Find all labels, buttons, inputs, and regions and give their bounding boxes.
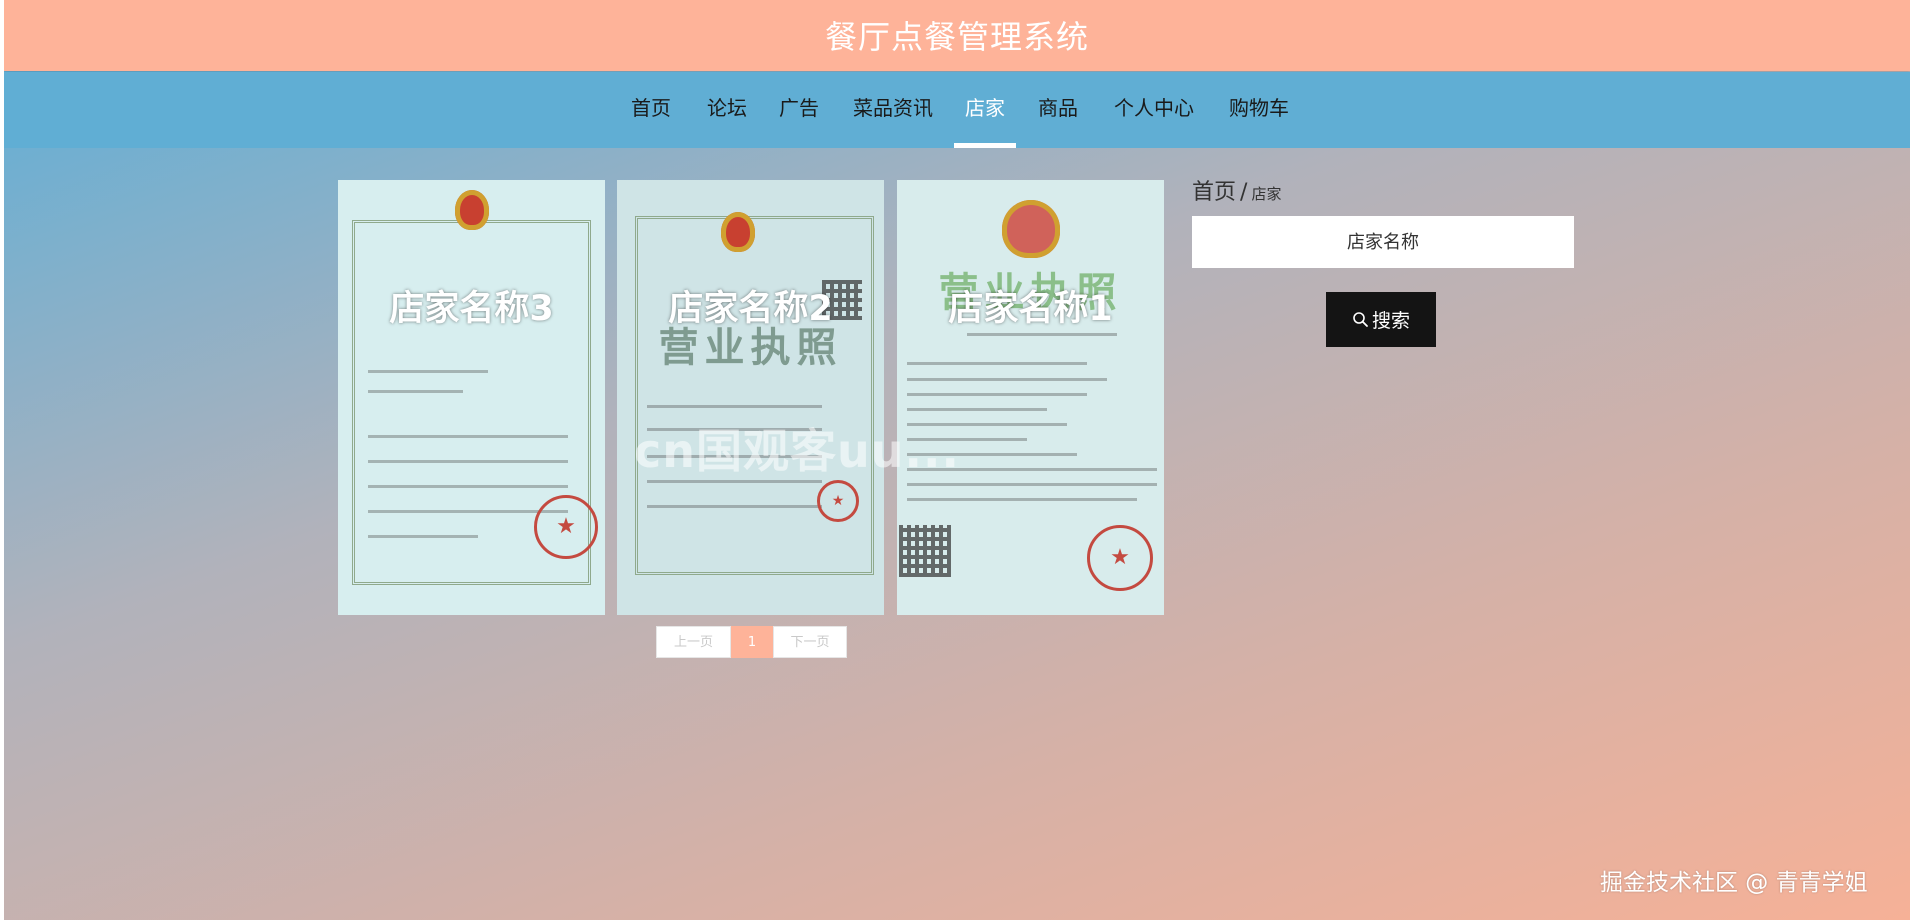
- breadcrumb-home[interactable]: 首页: [1192, 180, 1236, 205]
- active-tab-indicator: [954, 143, 1016, 148]
- source-credit: 掘金技术社区 @ 青青学姐: [1600, 870, 1868, 896]
- red-seal-icon: ★: [534, 495, 598, 559]
- nav-item-cart[interactable]: 购物车: [1229, 92, 1289, 148]
- search-button[interactable]: 搜索: [1326, 292, 1436, 347]
- merchant-name-search-input[interactable]: [1192, 216, 1574, 268]
- merchant-name: 店家名称2: [668, 289, 833, 329]
- merchant-card[interactable]: 营业执照 ★ 店家名称2: [617, 180, 884, 615]
- nav-item-profile[interactable]: 个人中心: [1114, 92, 1194, 148]
- qr-code-icon: [899, 525, 951, 577]
- header-bar: 餐厅点餐管理系统: [4, 0, 1910, 71]
- text-line: [907, 362, 1087, 365]
- nav-item-products[interactable]: 商品: [1038, 92, 1078, 148]
- page-number-button[interactable]: 1: [731, 626, 773, 658]
- nav-item-label: 菜品资讯: [853, 96, 933, 120]
- app-title: 餐厅点餐管理系统: [824, 18, 1089, 56]
- breadcrumb-separator: /: [1240, 180, 1248, 205]
- nav-item-label: 商品: [1038, 96, 1078, 120]
- merchant-license-image: 营业执照 ★: [897, 180, 1164, 615]
- nav-item-label: 店家: [965, 96, 1005, 120]
- pagination: 上一页 1 下一页: [656, 626, 847, 658]
- prev-page-button[interactable]: 上一页: [656, 626, 731, 658]
- text-line: [368, 460, 568, 463]
- text-line: [368, 390, 463, 393]
- merchant-name: 店家名称1: [948, 289, 1113, 329]
- text-line: [368, 435, 568, 438]
- merchant-license-image: ★: [338, 180, 605, 615]
- text-line: [368, 485, 568, 488]
- text-line: [907, 408, 1047, 411]
- nav-item-home[interactable]: 首页: [631, 92, 671, 148]
- nav-item-label: 广告: [779, 96, 819, 120]
- text-line: [907, 378, 1107, 381]
- text-line: [907, 483, 1157, 486]
- text-line: [907, 393, 1087, 396]
- nav-item-forum[interactable]: 论坛: [707, 92, 747, 148]
- breadcrumb-current: 店家: [1251, 185, 1282, 203]
- nav-item-label: 首页: [631, 96, 671, 120]
- nav-bar: 首页 论坛 广告 菜品资讯 店家 商品 个人中心 购物车: [4, 72, 1910, 148]
- text-line: [967, 333, 1117, 336]
- national-emblem-icon: [1001, 200, 1060, 258]
- nav-item-label: 论坛: [707, 96, 747, 120]
- text-line: [647, 405, 822, 408]
- search-icon: [1353, 312, 1368, 327]
- red-seal-icon: ★: [817, 480, 859, 522]
- merchant-card[interactable]: ★ 店家名称3: [338, 180, 605, 615]
- merchant-name: 店家名称3: [389, 289, 554, 329]
- merchant-license-image: 营业执照 ★: [617, 180, 884, 615]
- watermark: cn国观客uu...: [634, 424, 960, 478]
- nav-item-label: 个人中心: [1114, 96, 1194, 120]
- merchant-card[interactable]: 营业执照 ★ 店家名称1: [897, 180, 1164, 615]
- text-line: [368, 535, 478, 538]
- text-line: [907, 498, 1137, 501]
- next-page-button[interactable]: 下一页: [773, 626, 847, 658]
- nav-item-merchants[interactable]: 店家: [954, 92, 1016, 148]
- red-seal-icon: ★: [1087, 525, 1153, 591]
- nav-item-ads[interactable]: 广告: [779, 92, 819, 148]
- text-line: [368, 370, 488, 373]
- nav-item-label: 购物车: [1229, 96, 1289, 120]
- national-emblem-icon: [720, 212, 755, 252]
- page: 餐厅点餐管理系统 首页 论坛 广告 菜品资讯 店家 商品 个人中心 购物车 ★ …: [4, 0, 1910, 920]
- nav-item-dish-news[interactable]: 菜品资讯: [853, 92, 933, 148]
- national-emblem-icon: [454, 190, 489, 230]
- search-button-label: 搜索: [1371, 310, 1410, 332]
- breadcrumb: 首页 / 店家: [1192, 174, 1281, 206]
- text-line: [647, 505, 822, 508]
